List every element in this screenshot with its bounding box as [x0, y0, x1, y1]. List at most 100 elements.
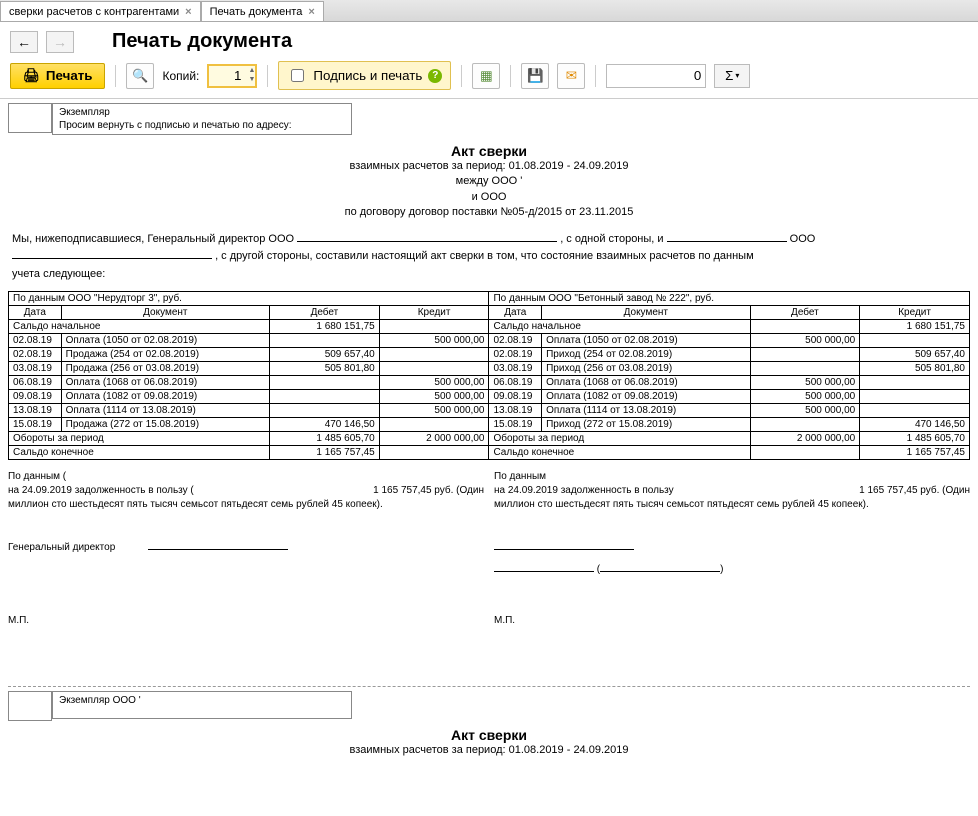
help-icon[interactable]: ?	[428, 69, 442, 83]
magnifier-icon: 🔍	[132, 68, 148, 84]
diskette-icon: 💾	[527, 68, 544, 84]
page-break: Экземпляр ООО ' Акт сверки взаимных расч…	[8, 686, 970, 758]
summary-line: По данным (	[8, 470, 484, 484]
signature-row: Генеральный директор ()	[8, 542, 970, 575]
doc-between: между ООО '	[8, 174, 970, 189]
table-row: 06.08.19Оплата (1068 от 06.08.2019)500 0…	[9, 376, 970, 390]
col-credit: Кредит	[379, 306, 489, 320]
close-label: Сальдо конечное	[489, 446, 750, 460]
turnover-label: Обороты за период	[489, 432, 750, 446]
reconciliation-table: По данным ООО "Нерудторг 3", руб. По дан…	[8, 291, 970, 460]
print-label: Печать	[46, 68, 93, 83]
tab-label: Печать документа	[210, 6, 303, 18]
summary-right: По данным на 24.09.2019 задолженность в …	[494, 470, 970, 512]
col-doc: Документ	[542, 306, 750, 320]
toolbar: 🖨 Печать 🔍 Копий: ▲▼ Подпись и печать ? …	[0, 53, 978, 98]
spinner-icons[interactable]: ▲▼	[248, 66, 255, 84]
tab-reconciliation[interactable]: сверки расчетов с контрагентами ×	[0, 1, 201, 21]
col-doc: Документ	[61, 306, 269, 320]
nav-area: ← → Печать документа	[0, 22, 978, 53]
amount-words: миллион сто шестьдесят пять тысяч семьсо…	[8, 498, 484, 512]
envelope-icon: ✉	[566, 68, 577, 84]
col-debit: Дебет	[750, 306, 860, 320]
doc-period: взаимных расчетов за период: 01.08.2019 …	[8, 743, 970, 758]
intro-part: , с одной стороны, и	[560, 233, 666, 245]
table-cols-row: Дата Документ Дебет Кредит Дата Документ…	[9, 306, 970, 320]
email-button[interactable]: ✉	[557, 63, 585, 89]
window-tabs: сверки расчетов с контрагентами × Печать…	[0, 0, 978, 22]
empty	[750, 320, 860, 334]
turn-r-cr: 1 485 605,70	[860, 432, 970, 446]
turn-l-cr: 2 000 000,00	[379, 432, 489, 446]
edit-button[interactable]: ▦	[472, 63, 500, 89]
open-label: Сальдо начальное	[9, 320, 270, 334]
dropdown-icon: ▾	[735, 71, 739, 80]
summary-line: на 24.09.2019 задолженность в пользу (	[8, 485, 194, 496]
intro-part: учета следующее:	[12, 268, 105, 280]
sum-button[interactable]: Σ ▾	[714, 64, 750, 88]
table-row: 02.08.19Оплата (1050 от 02.08.2019)500 0…	[9, 334, 970, 348]
forward-button[interactable]: →	[46, 31, 74, 53]
tab-print-document[interactable]: Печать документа ×	[201, 1, 324, 21]
separator	[510, 65, 511, 87]
close-r: 1 165 757,45	[860, 446, 970, 460]
table-header-row: По данным ООО "Нерудторг 3", руб. По дан…	[9, 292, 970, 306]
pencil-grid-icon: ▦	[480, 68, 493, 84]
sign-checkbox[interactable]	[291, 69, 304, 82]
sig-left: Генеральный директор	[8, 542, 484, 575]
doc-title: Акт сверки	[8, 727, 970, 743]
summary-line: По данным	[494, 470, 970, 484]
sigma-icon: Σ	[725, 68, 733, 83]
summary-line: на 24.09.2019 задолженность в пользу	[494, 485, 674, 496]
blank-line	[297, 241, 557, 242]
col-date: Дата	[489, 306, 542, 320]
close-icon[interactable]: ×	[308, 6, 314, 18]
mp-right: М.П.	[494, 615, 970, 626]
doc-header: Акт сверки взаимных расчетов за период: …	[8, 143, 970, 221]
save-button[interactable]: 💾	[521, 63, 549, 89]
summary-row: По данным ( на 24.09.2019 задолженность …	[8, 470, 970, 512]
close-label: Сальдо конечное	[9, 446, 270, 460]
table-row: 13.08.19Оплата (1114 от 13.08.2019)500 0…	[9, 404, 970, 418]
intro-text: Мы, нижеподписавшиеся, Генеральный дирек…	[8, 223, 970, 292]
return-address-label: Просим вернуть с подписью и печатью по а…	[59, 119, 345, 132]
turn-r-db: 2 000 000,00	[750, 432, 860, 446]
close-balance-row: Сальдо конечное 1 165 757,45 Сальдо коне…	[9, 446, 970, 460]
preview-button[interactable]: 🔍	[126, 63, 154, 89]
signature-line	[494, 549, 634, 550]
table-row: 03.08.19Продажа (256 от 03.08.2019)505 8…	[9, 362, 970, 376]
back-button[interactable]: ←	[10, 31, 38, 53]
printer-icon: 🖨	[23, 68, 40, 84]
copies-label: Копий:	[162, 69, 199, 83]
table-row: 15.08.19Продажа (272 от 15.08.2019)470 1…	[9, 418, 970, 432]
turnover-row: Обороты за период 1 485 605,70 2 000 000…	[9, 432, 970, 446]
doc-title: Акт сверки	[8, 143, 970, 159]
mp-left: М.П.	[8, 615, 484, 626]
col-credit: Кредит	[860, 306, 970, 320]
doc-header-2: Акт сверки взаимных расчетов за период: …	[8, 727, 970, 758]
small-left-cell	[8, 691, 52, 721]
close-icon[interactable]: ×	[185, 6, 191, 18]
signature-line	[148, 549, 288, 550]
empty	[379, 446, 489, 460]
amount-words: миллион сто шестьдесят пять тысяч семьсо…	[494, 498, 970, 512]
blank-line	[12, 258, 212, 259]
return-note-box: Экземпляр Просим вернуть с подписью и пе…	[52, 103, 352, 135]
separator	[595, 65, 596, 87]
print-button[interactable]: 🖨 Печать	[10, 63, 105, 89]
turnover-label: Обороты за период	[9, 432, 270, 446]
open-val-r: 1 680 151,75	[860, 320, 970, 334]
table-row: 02.08.19Продажа (254 от 02.08.2019)509 6…	[9, 348, 970, 362]
document-area: Экземпляр Просим вернуть с подписью и пе…	[0, 98, 978, 765]
amount: 1 165 757,45 руб. (Один	[859, 484, 970, 498]
sign-and-print-button[interactable]: Подпись и печать ?	[278, 61, 451, 90]
separator	[267, 65, 268, 87]
sig-right: ()	[494, 542, 970, 575]
separator	[461, 65, 462, 87]
open-balance-row: Сальдо начальное 1 680 151,75 Сальдо нач…	[9, 320, 970, 334]
separator	[115, 65, 116, 87]
intro-part: Мы, нижеподписавшиеся, Генеральный дирек…	[12, 233, 294, 245]
table-row: 09.08.19Оплата (1082 от 09.08.2019)500 0…	[9, 390, 970, 404]
open-label: Сальдо начальное	[489, 320, 750, 334]
number-input[interactable]	[606, 64, 706, 88]
